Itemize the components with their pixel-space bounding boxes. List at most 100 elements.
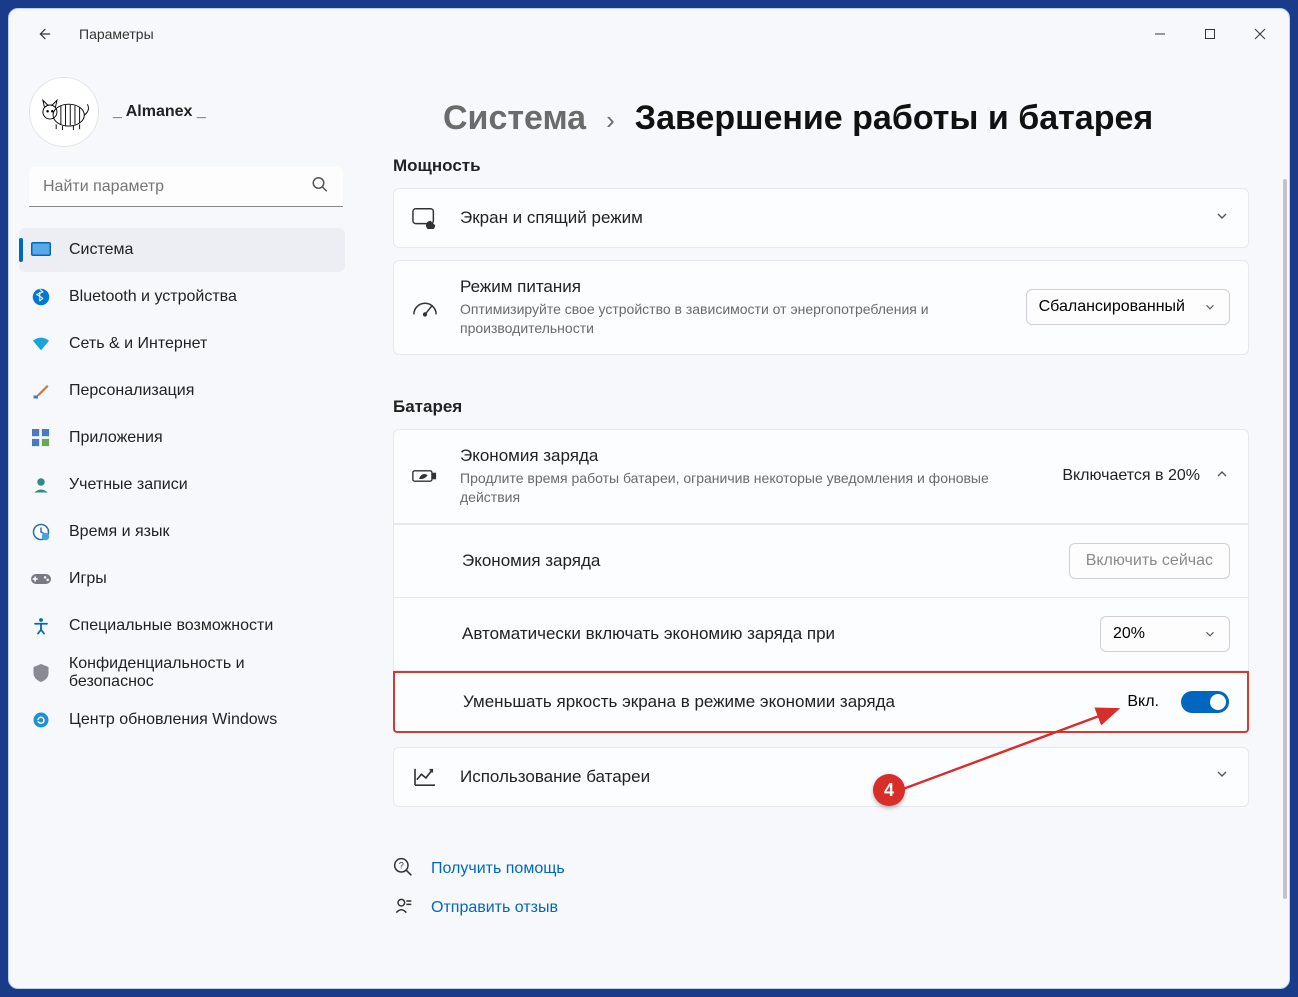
sidebar-item-label: Центр обновления Windows xyxy=(69,711,277,729)
arrow-left-icon xyxy=(37,26,53,42)
card-title: Экран и спящий режим xyxy=(460,208,1192,228)
sidebar-item-label: Персонализация xyxy=(69,382,194,400)
apps-icon xyxy=(31,428,51,448)
select-value: Сбалансированный xyxy=(1039,298,1185,316)
sidebar-item-label: Специальные возможности xyxy=(69,617,273,635)
sidebar-item-accessibility[interactable]: Специальные возможности xyxy=(19,604,345,648)
card-title: Использование батареи xyxy=(460,767,1192,787)
turn-on-now-button[interactable]: Включить сейчас xyxy=(1069,543,1230,579)
sidebar-item-network[interactable]: Сеть & и Интернет xyxy=(19,322,345,366)
bluetooth-icon xyxy=(31,287,51,307)
breadcrumb-parent[interactable]: Система xyxy=(443,99,586,138)
card-title: Режим питания xyxy=(460,277,1004,297)
close-icon xyxy=(1254,28,1266,40)
row-dim-brightness: Уменьшать яркость экрана в режиме эконом… xyxy=(393,671,1249,733)
feedback-icon xyxy=(393,896,413,921)
chevron-down-icon xyxy=(1214,766,1230,787)
search-input[interactable] xyxy=(29,167,343,207)
accessibility-icon xyxy=(31,616,51,636)
row-saver-now: Экономия заряда Включить сейчас xyxy=(393,524,1249,598)
section-header-battery: Батарея xyxy=(393,397,1249,417)
chevron-down-icon xyxy=(1214,208,1230,229)
avatar xyxy=(29,77,99,147)
sidebar-item-label: Система xyxy=(69,241,133,259)
search-icon xyxy=(311,176,329,199)
sidebar-item-accounts[interactable]: Учетные записи xyxy=(19,463,345,507)
sidebar-item-bluetooth[interactable]: Bluetooth и устройства xyxy=(19,275,345,319)
sidebar-item-gaming[interactable]: Игры xyxy=(19,557,345,601)
svg-text:?: ? xyxy=(399,860,404,870)
row-label: Экономия заряда xyxy=(462,551,1047,571)
help-icon: ? xyxy=(393,857,413,882)
saver-threshold-select[interactable]: 20% xyxy=(1100,616,1230,652)
sidebar-item-personalization[interactable]: Персонализация xyxy=(19,369,345,413)
sidebar-item-label: Приложения xyxy=(69,429,163,447)
paintbrush-icon xyxy=(31,381,51,401)
card-power-mode[interactable]: Режим питания Оптимизируйте свое устройс… xyxy=(393,260,1249,355)
titlebar: Параметры xyxy=(9,9,1289,59)
maximize-icon xyxy=(1204,28,1216,40)
profile-block[interactable]: _ Almanex _ xyxy=(19,69,353,167)
wifi-icon xyxy=(31,334,51,354)
breadcrumb-current: Завершение работы и батарея xyxy=(635,99,1153,138)
card-battery-usage[interactable]: Использование батареи xyxy=(393,747,1249,807)
chart-line-icon xyxy=(412,764,438,790)
battery-saver-status: Включается в 20% xyxy=(1062,467,1200,485)
scrollbar[interactable] xyxy=(1283,179,1287,899)
card-screen-sleep[interactable]: Экран и спящий режим xyxy=(393,188,1249,248)
back-button[interactable] xyxy=(25,14,65,54)
annotation-badge: 4 xyxy=(873,774,905,806)
sidebar-item-privacy[interactable]: Конфиденциальность и безопаснос xyxy=(19,651,345,695)
row-saver-auto: Автоматически включать экономию заряда п… xyxy=(393,598,1249,671)
card-battery-saver[interactable]: Экономия заряда Продлите время работы ба… xyxy=(393,429,1249,524)
battery-leaf-icon xyxy=(412,463,438,489)
sidebar-item-label: Время и язык xyxy=(69,523,169,541)
link-get-help[interactable]: ? Получить помощь xyxy=(393,857,1249,882)
search-box xyxy=(29,167,343,207)
window-controls xyxy=(1135,14,1285,54)
chevron-up-icon xyxy=(1214,466,1230,487)
sidebar-item-system[interactable]: Система xyxy=(19,228,345,272)
gauge-icon xyxy=(412,294,438,320)
close-button[interactable] xyxy=(1235,14,1285,54)
clock-globe-icon xyxy=(31,522,51,542)
breadcrumb-separator: › xyxy=(606,105,615,136)
nav-list: Система Bluetooth и устройства Сеть & и … xyxy=(19,225,353,745)
sidebar-item-label: Учетные записи xyxy=(69,476,188,494)
sidebar-item-label: Bluetooth и устройства xyxy=(69,288,237,306)
maximize-button[interactable] xyxy=(1185,14,1235,54)
minimize-icon xyxy=(1154,28,1166,40)
link-feedback[interactable]: Отправить отзыв xyxy=(393,896,1249,921)
main-content: Система › Завершение работы и батарея Мо… xyxy=(353,59,1289,988)
settings-window: Параметры xyxy=(8,8,1290,989)
card-title: Экономия заряда xyxy=(460,446,1040,466)
sidebar-item-label: Игры xyxy=(69,570,107,588)
chevron-down-icon xyxy=(1203,627,1217,641)
person-icon xyxy=(31,475,51,495)
display-icon xyxy=(31,240,51,260)
sidebar-item-windows-update[interactable]: Центр обновления Windows xyxy=(19,698,345,742)
card-subtitle: Продлите время работы батареи, ограничив… xyxy=(460,469,1000,507)
row-label: Уменьшать яркость экрана в режиме эконом… xyxy=(463,692,1105,712)
sidebar-item-label: Сеть & и Интернет xyxy=(69,335,207,353)
sidebar-item-label: Конфиденциальность и безопаснос xyxy=(69,655,333,691)
section-header-power: Мощность xyxy=(393,156,1249,176)
username: _ Almanex _ xyxy=(113,103,206,121)
chevron-down-icon xyxy=(1203,300,1217,314)
shield-icon xyxy=(31,663,51,683)
power-mode-select[interactable]: Сбалансированный xyxy=(1026,289,1230,325)
link-label: Отправить отзыв xyxy=(431,899,558,917)
card-subtitle: Оптимизируйте свое устройство в зависимо… xyxy=(460,300,1000,338)
toggle-state-label: Вкл. xyxy=(1127,693,1159,711)
breadcrumb: Система › Завершение работы и батарея xyxy=(443,99,1249,138)
select-value: 20% xyxy=(1113,625,1145,643)
sidebar-item-apps[interactable]: Приложения xyxy=(19,416,345,460)
link-label: Получить помощь xyxy=(431,860,565,878)
sidebar: _ Almanex _ Система Bluetooth и устройст… xyxy=(9,59,353,988)
update-icon xyxy=(31,710,51,730)
minimize-button[interactable] xyxy=(1135,14,1185,54)
avatar-cat-icon xyxy=(39,87,89,137)
dim-brightness-toggle[interactable] xyxy=(1181,691,1229,713)
sidebar-item-time-language[interactable]: Время и язык xyxy=(19,510,345,554)
row-label: Автоматически включать экономию заряда п… xyxy=(462,624,1078,644)
